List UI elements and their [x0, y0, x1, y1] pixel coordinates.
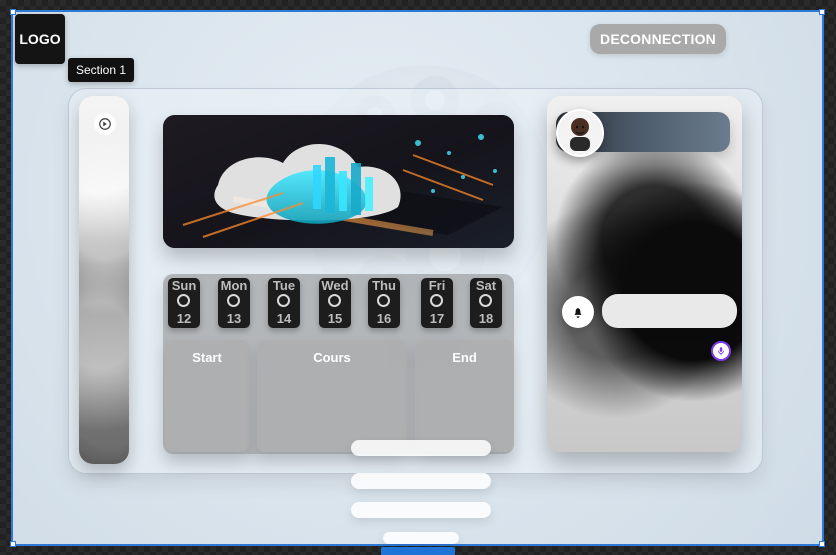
- day-sun[interactable]: Sun 12: [168, 278, 200, 328]
- day-name: Mon: [220, 278, 248, 293]
- day-name: Tue: [272, 278, 296, 293]
- day-sat[interactable]: Sat 18: [470, 278, 502, 328]
- placeholder-pill: [351, 502, 491, 518]
- day-name: Fri: [428, 278, 446, 293]
- logo-text: LOGO: [19, 31, 61, 47]
- day-indicator-icon: [430, 294, 443, 307]
- day-indicator-icon: [377, 294, 390, 307]
- day-fri[interactable]: Fri 17: [421, 278, 453, 328]
- start-column: Start: [165, 340, 249, 452]
- day-mon[interactable]: Mon 13: [218, 278, 250, 328]
- search-input[interactable]: [602, 294, 737, 328]
- day-name: Sat: [475, 278, 497, 293]
- day-wed[interactable]: Wed 15: [319, 278, 351, 328]
- day-name: Wed: [321, 278, 349, 293]
- day-date: 14: [276, 311, 292, 326]
- day-indicator-icon: [227, 294, 240, 307]
- start-column-label: Start: [192, 350, 222, 365]
- logout-button[interactable]: DECONNECTION: [590, 24, 726, 54]
- placeholder-pill-small: [383, 532, 459, 544]
- day-date: 16: [376, 311, 392, 326]
- section-tag-label: Section 1: [76, 63, 127, 77]
- selection-handle-top-right[interactable]: [819, 9, 825, 15]
- day-tue[interactable]: Tue 14: [268, 278, 300, 328]
- hero-image-cloud-city: [163, 115, 514, 248]
- placeholder-pill: [351, 473, 491, 489]
- selection-handle-bottom-right[interactable]: [819, 541, 825, 547]
- day-date: 17: [429, 311, 445, 326]
- day-date: 12: [176, 311, 192, 326]
- placeholder-pill: [351, 440, 491, 456]
- app-icon[interactable]: [94, 113, 116, 135]
- day-date: 13: [226, 311, 242, 326]
- bell-icon[interactable]: [562, 296, 594, 328]
- logo[interactable]: LOGO: [15, 14, 65, 64]
- day-thu[interactable]: Thu 16: [368, 278, 400, 328]
- section-tag: Section 1: [68, 58, 135, 82]
- selection-handle-bottom-left[interactable]: [10, 541, 16, 547]
- left-rail: [79, 96, 129, 464]
- courses-column-label: Cours: [313, 350, 351, 365]
- day-date: 15: [327, 311, 343, 326]
- day-indicator-icon: [277, 294, 290, 307]
- avatar[interactable]: [556, 109, 604, 157]
- day-indicator-icon: [177, 294, 190, 307]
- courses-column: Cours: [257, 340, 407, 452]
- selection-handle-top-left[interactable]: [10, 9, 16, 15]
- end-column: End: [415, 340, 514, 452]
- end-column-label: End: [452, 350, 477, 365]
- day-indicator-icon: [328, 294, 341, 307]
- bottom-active-tab-indicator: [381, 547, 455, 555]
- day-indicator-icon: [479, 294, 492, 307]
- day-name: Sun: [171, 278, 197, 293]
- logout-button-label: DECONNECTION: [600, 31, 716, 47]
- microphone-icon[interactable]: [711, 341, 731, 361]
- day-date: 18: [478, 311, 494, 326]
- day-name: Thu: [372, 278, 396, 293]
